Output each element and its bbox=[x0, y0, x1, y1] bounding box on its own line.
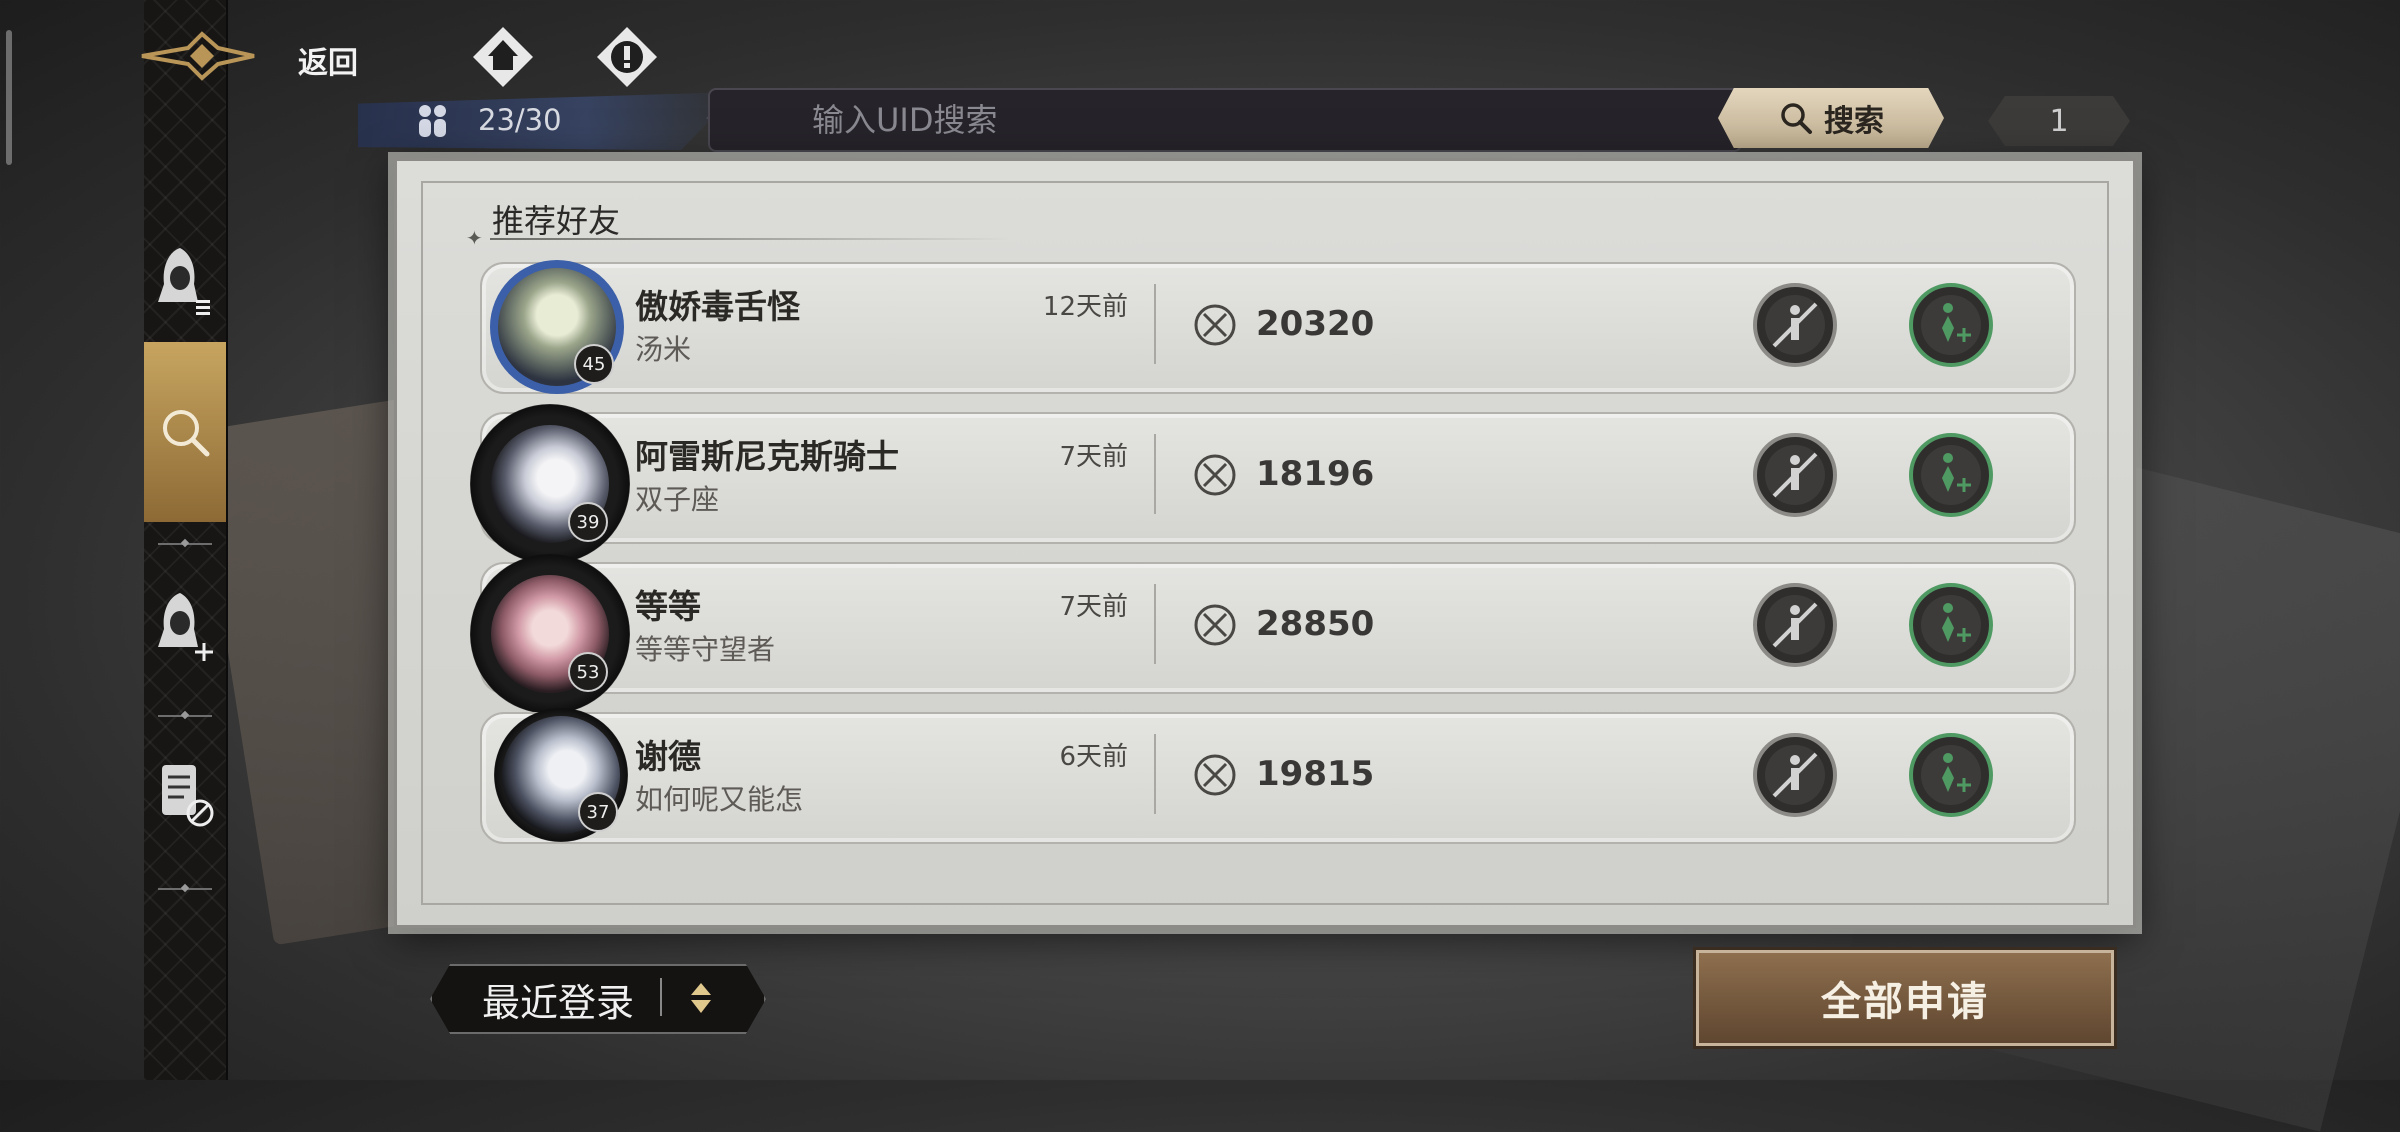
sidebar-item-blocklist[interactable] bbox=[144, 740, 226, 850]
block-button[interactable] bbox=[1752, 582, 1838, 668]
sort-separator bbox=[660, 978, 662, 1016]
uid-search-input[interactable] bbox=[810, 96, 1684, 144]
power-value: 20320 bbox=[1256, 304, 1375, 344]
sidebar-divider bbox=[158, 715, 212, 717]
level-badge: 37 bbox=[578, 792, 618, 832]
home-icon[interactable] bbox=[470, 24, 536, 90]
friend-title: 汤米 bbox=[635, 333, 692, 366]
row-divider bbox=[1154, 434, 1156, 514]
friend-title: 双子座 bbox=[635, 483, 720, 516]
friend-name: 谢德 bbox=[635, 737, 701, 776]
sidebar-divider bbox=[158, 888, 212, 890]
row-divider bbox=[1154, 584, 1156, 664]
block-button[interactable] bbox=[1752, 432, 1838, 518]
power-value: 28850 bbox=[1256, 604, 1375, 644]
row-divider bbox=[1154, 284, 1156, 364]
avatar[interactable]: 45 bbox=[490, 260, 624, 394]
search-icon bbox=[1781, 103, 1812, 134]
last-login-time: 7天前 bbox=[1059, 592, 1128, 622]
section-title: 推荐好友 bbox=[492, 202, 621, 240]
sidebar-item-search[interactable] bbox=[144, 342, 226, 522]
level-badge: 45 bbox=[574, 344, 614, 384]
add-friend-button[interactable] bbox=[1908, 582, 1994, 668]
power-icon bbox=[1194, 304, 1236, 346]
add-friend-button[interactable] bbox=[1908, 432, 1994, 518]
friend-list-icon bbox=[158, 248, 210, 315]
friend-title: 等等守望者 bbox=[635, 633, 776, 666]
search-button[interactable]: 搜索 bbox=[1718, 88, 1944, 148]
power-icon bbox=[1194, 604, 1236, 646]
friend-count: 23/30 bbox=[478, 103, 562, 137]
page-number: 1 bbox=[1988, 96, 2130, 146]
last-login-time: 7天前 bbox=[1059, 442, 1128, 472]
screen-edge-handle bbox=[6, 30, 12, 165]
sidebar-divider bbox=[158, 543, 212, 545]
back-logo-icon[interactable] bbox=[138, 30, 258, 82]
avatar[interactable]: 37 bbox=[494, 708, 628, 842]
last-login-time: 6天前 bbox=[1059, 742, 1128, 772]
sort-toggle-icon[interactable] bbox=[688, 980, 714, 1016]
search-icon bbox=[163, 410, 210, 457]
friends-icon bbox=[419, 105, 446, 137]
blocklist-icon bbox=[162, 765, 214, 827]
power-icon bbox=[1194, 454, 1236, 496]
back-button[interactable]: 返回 bbox=[298, 38, 358, 82]
sidebar-item-friend-list[interactable] bbox=[144, 225, 226, 335]
search-button-label: 搜索 bbox=[1824, 104, 1884, 139]
friend-name: 傲娇毒舌怪 bbox=[635, 287, 800, 326]
add-friend-icon bbox=[158, 593, 213, 661]
sort-label: 最近登录 bbox=[482, 981, 635, 1025]
level-badge: 53 bbox=[568, 652, 608, 692]
last-login-time: 12天前 bbox=[1042, 292, 1128, 322]
block-button[interactable] bbox=[1752, 732, 1838, 818]
apply-all-button[interactable]: 全部申请 bbox=[1696, 950, 2114, 1046]
avatar[interactable]: 53 bbox=[470, 554, 630, 714]
power-icon bbox=[1194, 754, 1236, 796]
section-divider bbox=[490, 238, 1010, 240]
row-divider bbox=[1154, 734, 1156, 814]
add-friend-button[interactable] bbox=[1908, 282, 1994, 368]
friend-title: 如何呢又能怎 bbox=[635, 783, 804, 816]
block-button[interactable] bbox=[1752, 282, 1838, 368]
level-badge: 39 bbox=[568, 502, 608, 542]
power-value: 18196 bbox=[1256, 454, 1375, 494]
friend-name: 等等 bbox=[635, 587, 701, 626]
sidebar-item-add-friend[interactable] bbox=[144, 570, 226, 680]
alert-icon[interactable] bbox=[594, 24, 660, 90]
add-friend-button[interactable] bbox=[1908, 732, 1994, 818]
power-value: 19815 bbox=[1256, 754, 1375, 794]
friend-name: 阿雷斯尼克斯骑士 bbox=[635, 437, 899, 476]
avatar[interactable]: 39 bbox=[470, 404, 630, 564]
star-decoration-icon: ✦ bbox=[466, 226, 483, 250]
